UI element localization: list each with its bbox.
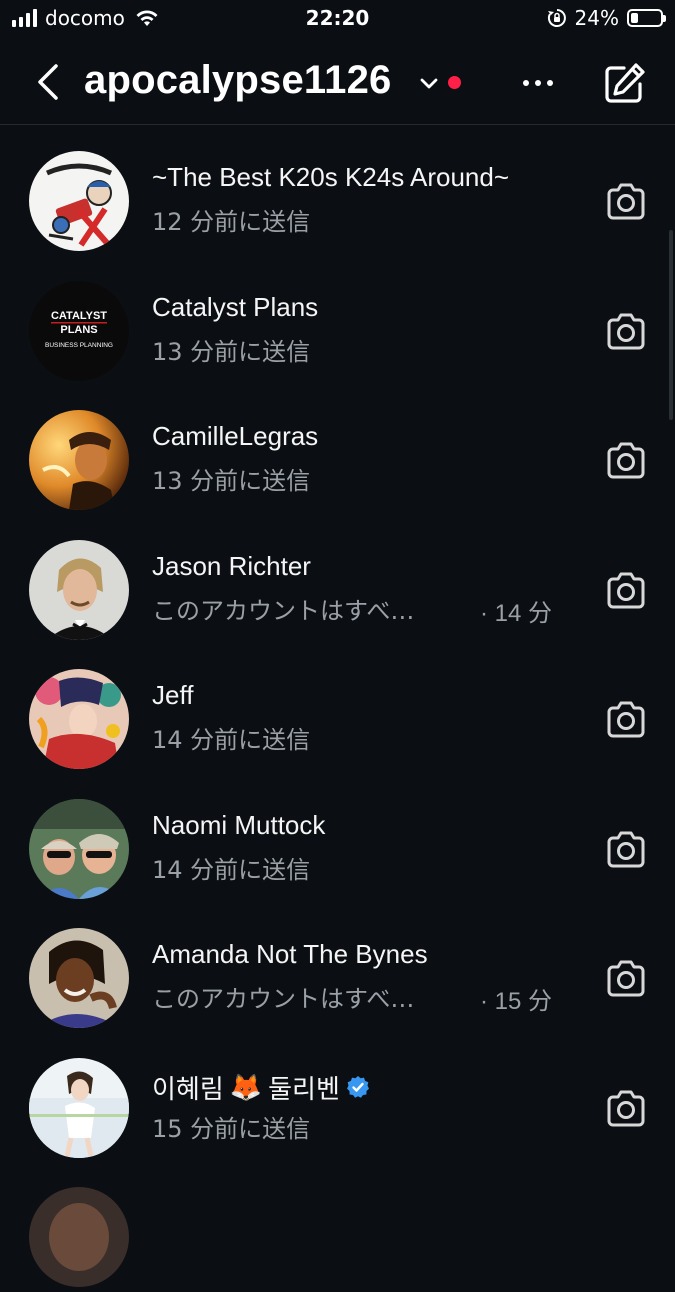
battery-icon [627, 9, 666, 27]
conversation-name: 이혜림 🦊 둘리벤 [152, 1069, 370, 1106]
avatar-image [29, 1057, 129, 1158]
camera-icon[interactable] [604, 441, 648, 481]
list-item[interactable]: Amanda Not The Bynes このアカウントはすべ… · 15 分 [0, 903, 675, 1033]
conversation-status: 15 分前に送信 [152, 1114, 311, 1143]
avatar-logo-line3: BUSINESS PLANNING [45, 342, 113, 349]
conversation-status: このアカウントはすべ… [152, 985, 415, 1013]
avatar-image [29, 410, 129, 510]
avatar[interactable] [29, 539, 129, 640]
list-item[interactable]: Jeff 14 分前に送信 [0, 644, 675, 774]
conversation-name: Jeff [152, 680, 194, 710]
avatar-image [29, 928, 129, 1028]
conversation-time: · 15 分 [480, 988, 553, 1015]
conversation-name: Amanda Not The Bynes [152, 939, 428, 969]
back-icon[interactable] [30, 60, 70, 104]
header: apocalypse1126 [0, 44, 675, 124]
account-username[interactable]: apocalypse1126 [84, 58, 391, 103]
list-item[interactable]: Jason Richter このアカウントはすべ… · 14 分 [0, 515, 675, 645]
conversation-name-suffix: 둘리벤 [268, 1073, 340, 1104]
avatar[interactable] [29, 798, 129, 899]
conversation-status: 13 分前に送信 [152, 467, 311, 495]
orientation-lock-icon [547, 9, 566, 27]
avatar[interactable] [29, 1057, 129, 1158]
avatar-image [29, 539, 129, 640]
list-item[interactable]: CamilleLegras 13 分前に送信 [0, 385, 675, 515]
avatar-image [29, 1187, 129, 1287]
conversation-name: Naomi Muttock [152, 809, 326, 840]
avatar-logo-line2: PLANS [60, 324, 97, 336]
conversation-name: Catalyst Plans [152, 291, 319, 322]
avatar[interactable] [29, 151, 129, 251]
avatar-image [29, 669, 129, 769]
camera-icon[interactable] [604, 312, 648, 352]
conversation-status: 14 分前に送信 [152, 726, 311, 754]
conversation-name-text: 이혜림 [152, 1073, 224, 1104]
conversation-status: 13 分前に送信 [152, 337, 311, 366]
status-right: 24% [547, 6, 666, 30]
conversation-name: Jason Richter [152, 550, 311, 581]
avatar[interactable] [29, 669, 129, 769]
conversation-status: このアカウントはすべ… [152, 596, 415, 625]
camera-icon[interactable] [604, 571, 648, 611]
list-item[interactable]: Naomi Muttock 14 分前に送信 [0, 774, 675, 904]
conversation-status: 12 分前に送信 [152, 208, 311, 236]
conversation-name: ~The Best K20s K24s Around~ [152, 162, 510, 192]
conversation-status: 14 分前に送信 [152, 855, 311, 884]
avatar[interactable] [29, 928, 129, 1028]
more-horizontal-icon[interactable] [518, 68, 558, 98]
avatar-image [29, 151, 129, 251]
verified-badge-icon [346, 1076, 369, 1098]
message-list: ~The Best K20s K24s Around~ 12 分前に送信 CAT… [0, 126, 675, 1292]
battery-level [631, 13, 638, 23]
battery-percent: 24% [574, 6, 619, 30]
camera-icon[interactable] [604, 700, 648, 740]
avatar-image [29, 798, 129, 899]
camera-icon[interactable] [604, 959, 648, 999]
chevron-down-icon[interactable] [418, 72, 440, 94]
status-bar: docomo 22:20 24% [0, 0, 675, 40]
notification-dot [448, 76, 461, 89]
conversation-name: CamilleLegras [152, 421, 319, 451]
compose-icon[interactable] [600, 60, 648, 108]
avatar[interactable] [29, 1187, 129, 1287]
avatar-logo-line1: CATALYST [51, 310, 107, 322]
conversation-time: · 14 分 [480, 599, 553, 627]
avatar[interactable]: CATALYST PLANS BUSINESS PLANNING [29, 280, 129, 381]
avatar-image: CATALYST PLANS BUSINESS PLANNING [29, 280, 129, 381]
list-item[interactable]: CATALYST PLANS BUSINESS PLANNING Catalys… [0, 256, 675, 386]
avatar[interactable] [29, 410, 129, 510]
camera-icon[interactable] [604, 182, 648, 222]
list-item[interactable]: 이혜림 🦊 둘리벤 15 分前に送信 [0, 1033, 675, 1163]
fox-emoji: 🦊 [229, 1071, 263, 1102]
header-divider [0, 124, 675, 125]
list-item[interactable] [0, 1162, 675, 1292]
camera-icon[interactable] [604, 830, 648, 870]
list-item[interactable]: ~The Best K20s K24s Around~ 12 分前に送信 [0, 126, 675, 256]
camera-icon[interactable] [604, 1089, 648, 1129]
scrollbar[interactable] [669, 230, 673, 420]
